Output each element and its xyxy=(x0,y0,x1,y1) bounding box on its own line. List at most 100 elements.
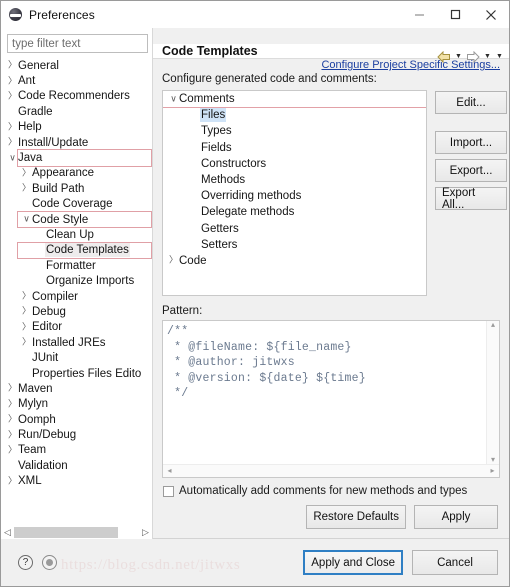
sidebar-item-junit[interactable]: 〉JUnit xyxy=(1,350,152,365)
sidebar-item-validation[interactable]: 〉Validation xyxy=(1,458,152,473)
chevron-right-icon[interactable]: 〉 xyxy=(7,76,18,85)
record-dot-icon[interactable] xyxy=(42,555,57,570)
template-item-constructors[interactable]: 〉Constructors xyxy=(163,156,426,172)
export-all-button[interactable]: Export All... xyxy=(435,187,507,211)
sidebar-item-gradle[interactable]: 〉Gradle xyxy=(1,104,152,119)
template-item-methods[interactable]: 〉Methods xyxy=(163,172,426,188)
maximize-button[interactable] xyxy=(437,1,473,28)
sidebar-item-xml[interactable]: 〉 XML xyxy=(1,474,152,489)
chevron-right-icon[interactable]: 〉 xyxy=(21,183,32,193)
sidebar-item-team[interactable]: 〉 Team xyxy=(1,443,152,458)
template-item-fields[interactable]: 〉Fields xyxy=(163,140,426,156)
chevron-right-icon[interactable]: ▸ xyxy=(487,467,498,475)
footer-button-group: Apply and Close Cancel xyxy=(303,550,498,575)
sidebar-item-build-path[interactable]: 〉 Build Path xyxy=(1,181,152,196)
tree-horizontal-scrollbar[interactable]: ◁ ▷ xyxy=(1,524,152,539)
minimize-button[interactable] xyxy=(401,1,437,28)
sidebar-item-maven[interactable]: 〉 Maven xyxy=(1,381,152,396)
sidebar-item-code-templates[interactable]: 〉Code Templates xyxy=(1,241,152,260)
sidebar-item-appearance[interactable]: 〉 Appearance xyxy=(1,166,152,181)
chevron-right-icon[interactable]: 〉 xyxy=(7,414,18,424)
sidebar-item-run-debug[interactable]: 〉 Run/Debug xyxy=(1,427,152,442)
sidebar-item-code-recommenders[interactable]: 〉 Code Recommenders xyxy=(1,89,152,104)
sidebar-item-java[interactable]: ∨ Java xyxy=(1,149,152,168)
chevron-right-icon[interactable]: 〉 xyxy=(7,430,18,439)
template-item-label: Fields xyxy=(201,141,232,154)
auto-comments-checkbox[interactable] xyxy=(163,485,174,497)
chevron-right-icon[interactable]: 〉 xyxy=(7,476,18,485)
sidebar-item-general[interactable]: 〉 General xyxy=(1,58,152,73)
sidebar-item-code-coverage[interactable]: 〉Code Coverage xyxy=(1,197,152,212)
sidebar-item-formatter[interactable]: 〉Formatter xyxy=(1,258,152,273)
chevron-down-icon[interactable]: ▾ xyxy=(488,456,499,464)
template-item-delegate-methods[interactable]: 〉Delegate methods xyxy=(163,204,426,220)
chevron-right-icon[interactable]: 〉 xyxy=(21,337,32,347)
sidebar-item-editor[interactable]: 〉 Editor xyxy=(1,320,152,335)
preference-tree[interactable]: 〉General〉Ant〉Code Recommenders〉Gradle〉He… xyxy=(1,57,152,524)
pattern-vertical-scrollbar[interactable]: ▴ ▾ xyxy=(486,321,499,464)
sidebar-item-installed-jres[interactable]: 〉 Installed JREs xyxy=(1,335,152,350)
auto-comments-row[interactable]: Automatically add comments for new metho… xyxy=(153,478,509,497)
search-input[interactable] xyxy=(7,34,148,53)
chevron-up-icon[interactable]: ▴ xyxy=(488,321,499,329)
sidebar-item-clean-up[interactable]: 〉Clean Up xyxy=(1,227,152,242)
chevron-right-icon[interactable]: 〉 xyxy=(7,122,18,131)
chevron-right-icon[interactable]: 〉 xyxy=(7,445,18,454)
chevron-right-icon[interactable]: 〉 xyxy=(21,306,32,316)
chevron-right-icon[interactable]: 〉 xyxy=(7,91,18,100)
export-button[interactable]: Export... xyxy=(435,159,507,182)
question-mark-icon[interactable]: ? xyxy=(18,555,33,570)
chevron-down-icon[interactable]: ∨ xyxy=(7,153,18,162)
forward-arrow-icon[interactable] xyxy=(466,50,480,63)
sidebar-item-code-style[interactable]: ∨ Code Style xyxy=(1,210,152,229)
sidebar-item-properties-files-edito[interactable]: 〉Properties Files Edito xyxy=(1,366,152,381)
restore-defaults-button[interactable]: Restore Defaults xyxy=(306,505,406,529)
template-item-setters[interactable]: 〉Setters xyxy=(163,237,426,253)
chevron-right-icon[interactable]: 〉 xyxy=(21,168,32,177)
chevron-right-icon[interactable]: 〉 xyxy=(7,383,18,393)
edit-button[interactable]: Edit... xyxy=(435,91,507,114)
pattern-textarea[interactable]: /** * @fileName: ${file_name} * @author:… xyxy=(163,321,486,464)
chevron-right-icon[interactable]: 〉 xyxy=(7,399,18,408)
chevron-right-icon[interactable]: 〉 xyxy=(21,291,32,301)
back-arrow-icon[interactable] xyxy=(437,50,451,63)
scrollbar-track[interactable] xyxy=(14,526,139,538)
view-menu-chevron-down-icon[interactable]: ▼ xyxy=(495,51,504,63)
sidebar-item-ant[interactable]: 〉 Ant xyxy=(1,73,152,88)
chevron-right-icon[interactable]: ▷ xyxy=(139,526,152,539)
pattern-horizontal-scrollbar[interactable]: ◂ ▸ xyxy=(163,464,499,477)
chevron-left-icon[interactable]: ◂ xyxy=(164,467,175,475)
code-templates-tree[interactable]: ∨Comments〉Files〉Types〉Fields〉Constructor… xyxy=(162,90,427,296)
scrollbar-thumb[interactable] xyxy=(14,526,118,538)
template-item-code[interactable]: 〉 Code xyxy=(163,253,426,269)
close-button[interactable] xyxy=(473,1,509,28)
chevron-right-icon[interactable]: 〉 xyxy=(7,60,18,70)
apply-button[interactable]: Apply xyxy=(414,505,498,529)
sidebar-item-oomph[interactable]: 〉 Oomph xyxy=(1,412,152,427)
sidebar-item-mylyn[interactable]: 〉 Mylyn xyxy=(1,397,152,412)
chevron-right-icon[interactable]: 〉 xyxy=(168,255,179,265)
import-button[interactable]: Import... xyxy=(435,131,507,154)
apply-and-close-button[interactable]: Apply and Close xyxy=(303,550,403,575)
chevron-down-icon[interactable]: ∨ xyxy=(168,94,179,103)
template-item-label: Code xyxy=(179,254,207,267)
template-item-getters[interactable]: 〉Getters xyxy=(163,221,426,237)
chevron-right-icon[interactable]: 〉 xyxy=(21,322,32,331)
template-item-comments[interactable]: ∨ Comments xyxy=(163,91,426,109)
sidebar-item-compiler[interactable]: 〉 Compiler xyxy=(1,289,152,304)
chevron-left-icon[interactable]: ◁ xyxy=(1,526,14,539)
template-item-label: Getters xyxy=(201,222,239,235)
pattern-textarea-box[interactable]: /** * @fileName: ${file_name} * @author:… xyxy=(162,320,500,478)
template-item-overriding-methods[interactable]: 〉Overriding methods xyxy=(163,188,426,204)
chevron-down-icon[interactable]: ∨ xyxy=(21,214,32,224)
template-item-types[interactable]: 〉Types xyxy=(163,123,426,139)
sidebar-item-help[interactable]: 〉 Help xyxy=(1,120,152,135)
back-history-chevron-down-icon[interactable]: ▼ xyxy=(454,51,463,63)
sidebar-item-debug[interactable]: 〉 Debug xyxy=(1,304,152,319)
chevron-right-icon[interactable]: 〉 xyxy=(7,137,18,147)
forward-history-chevron-down-icon[interactable]: ▼ xyxy=(483,51,492,63)
sidebar-item-install-update[interactable]: 〉 Install/Update xyxy=(1,135,152,150)
sidebar-item-organize-imports[interactable]: 〉Organize Imports xyxy=(1,273,152,288)
cancel-button[interactable]: Cancel xyxy=(412,550,498,575)
template-item-files[interactable]: 〉Files xyxy=(163,107,426,123)
